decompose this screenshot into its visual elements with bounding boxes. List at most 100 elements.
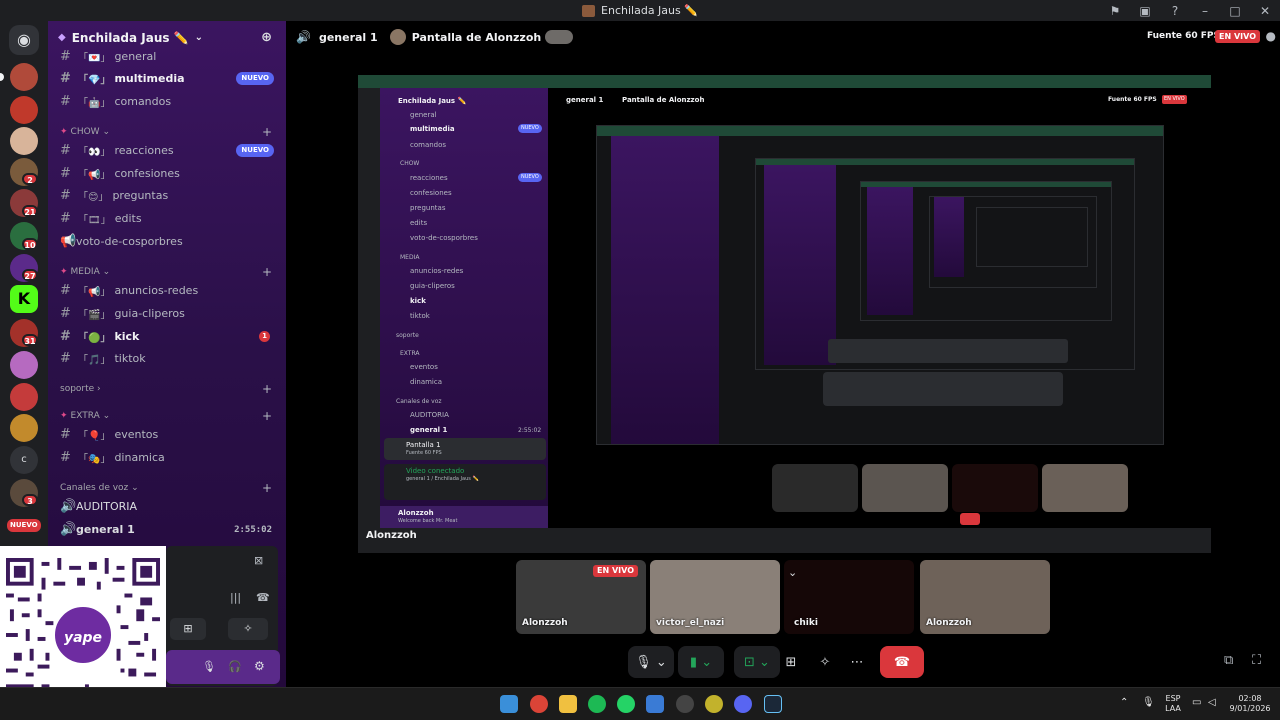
server-avatar[interactable] xyxy=(10,127,38,155)
channel-reacciones[interactable]: # 「👀」 reacciones NUEVO xyxy=(56,140,282,161)
participant-name: Alonzzoh xyxy=(522,618,568,628)
server-icon xyxy=(582,4,596,17)
minimize-icon[interactable]: – xyxy=(1190,4,1220,18)
camera-button[interactable]: ▮ ⌄ xyxy=(678,646,724,678)
recursive-screen xyxy=(860,181,1112,321)
channel-multimedia[interactable]: # 「💎」 multimedia NUEVO xyxy=(56,68,282,89)
mic-button[interactable]: 🎙 ⌄ xyxy=(628,646,674,678)
server-letter-c[interactable]: c xyxy=(10,446,38,474)
voice-channel-name: general 1 xyxy=(318,30,378,44)
chevron-down-icon[interactable]: ⌄ xyxy=(788,566,797,579)
popout-icon[interactable]: ⧉ xyxy=(1224,653,1233,668)
whatsapp-icon[interactable] xyxy=(617,695,635,713)
channel-eventos[interactable]: # 「🎈」 eventos xyxy=(56,424,282,445)
file-explorer-icon[interactable] xyxy=(559,695,577,713)
windows-taskbar: ⌃ 🎙 ESP LAA ▭ ◁ 02:08 9/01/2026 xyxy=(0,687,1280,720)
chrome-icon[interactable] xyxy=(530,695,548,713)
disconnect-icon[interactable]: ⊠ xyxy=(254,554,263,567)
channel-dinamica[interactable]: # 「🎭」 dinamica xyxy=(56,447,282,468)
category-chow[interactable]: ✦ CHOW ⌄ + xyxy=(60,124,280,140)
kick-server-icon[interactable]: K xyxy=(10,285,38,313)
category-voice[interactable]: Canales de voz ⌄ + xyxy=(60,480,280,496)
tray-chevron-icon[interactable]: ⌃ xyxy=(1120,698,1128,708)
screenshare-button[interactable]: ⊡ ⌄ xyxy=(734,646,780,678)
spotify-icon[interactable] xyxy=(588,695,606,713)
channel-comandos[interactable]: # 「🤖」 comandos xyxy=(56,91,282,112)
server-avatar[interactable] xyxy=(10,383,38,411)
yape-logo: yape xyxy=(52,604,114,666)
inner-server-name: Enchilada Jaus ✏️ xyxy=(398,97,467,105)
server-avatar[interactable] xyxy=(10,351,38,379)
language-indicator[interactable]: ESP LAA xyxy=(1162,694,1184,714)
fps-label: Fuente 60 FPS xyxy=(1146,31,1220,41)
channel-tiktok[interactable]: # 「🎵」 tiktok xyxy=(56,348,282,369)
presenter-name: Alonzzoh xyxy=(366,530,417,541)
hangup-icon[interactable]: ☎ xyxy=(256,591,270,604)
discord-home-icon[interactable]: ◉ xyxy=(9,25,39,55)
invite-icon[interactable]: ⊕ xyxy=(261,30,272,45)
close-icon[interactable]: ✕ xyxy=(1250,4,1280,18)
participant-tile[interactable]: Alonzzoh xyxy=(920,560,1050,634)
steam-icon[interactable] xyxy=(764,695,782,713)
category-media[interactable]: ✦ MEDIA ⌄ + xyxy=(60,264,280,280)
maximize-icon[interactable]: □ xyxy=(1220,4,1250,18)
activities-button[interactable]: ⊞ xyxy=(776,646,806,678)
channel-preguntas[interactable]: # 「😊」 preguntas xyxy=(56,185,282,206)
participant-tile[interactable]: EN VIVO Alonzzoh xyxy=(516,560,646,634)
voice-channel-auditoria[interactable]: 🔊 AUDITORIA xyxy=(56,496,282,517)
disconnect-button[interactable]: ☎ xyxy=(880,646,924,678)
user-panel: 🎙 🎧 ⚙ xyxy=(166,650,280,684)
live-badge: EN VIVO xyxy=(593,565,638,577)
server-avatar[interactable] xyxy=(10,96,38,124)
unread-badge: 1 xyxy=(259,331,270,342)
rocket-icon[interactable]: ✧ xyxy=(228,618,268,640)
fullscreen-icon[interactable]: ⛶ xyxy=(1252,653,1261,668)
inner-hangup xyxy=(960,513,980,525)
settings-gear-icon[interactable]: ⚙ xyxy=(254,659,265,673)
recursive-screen xyxy=(596,125,1164,445)
server-avatar[interactable] xyxy=(10,63,38,91)
channel-kick[interactable]: # 「🟢」 kick 1 xyxy=(56,326,282,347)
volume-icon[interactable]: ◁ xyxy=(1208,698,1216,708)
recursive-screen xyxy=(929,196,1097,288)
windows-start-icon[interactable] xyxy=(500,695,518,713)
obs-icon[interactable] xyxy=(676,695,694,713)
channel-anuncios-redes[interactable]: # 「📢」 anuncios-redes xyxy=(56,280,282,301)
stream-stage: 🔊 general 1 Pantalla de Alonzzoh Fuente … xyxy=(286,21,1280,687)
inner-tile xyxy=(952,464,1038,512)
soundboard-icon[interactable]: ||| xyxy=(230,591,241,604)
flag-icon[interactable]: ⚑ xyxy=(1100,4,1130,18)
channel-guia-cliperos[interactable]: # 「🎬」 guia-cliperos xyxy=(56,303,282,324)
activities-icon[interactable]: ⊞ xyxy=(170,618,206,640)
channel-confesiones[interactable]: # 「📢」 confesiones xyxy=(56,163,282,184)
network-icon[interactable]: ▭ xyxy=(1192,698,1201,708)
inner-user-panel: Alonzzoh Welcome back Mr. Meat xyxy=(380,506,548,528)
more-options-button[interactable]: ⋯ xyxy=(842,646,872,678)
mic-icon[interactable]: 🎙 xyxy=(202,660,216,673)
category-extra[interactable]: ✦ EXTRA ⌄ + xyxy=(60,408,280,424)
voice-timer: 2:55:02 xyxy=(234,524,272,535)
inner-tile xyxy=(1042,464,1128,512)
voice-channel-general-1[interactable]: 🔊 general 1 2:55:02 xyxy=(56,519,282,540)
channel-edits[interactable]: # 「🎞」 edits xyxy=(56,208,282,229)
clock[interactable]: 02:08 9/01/2026 xyxy=(1226,694,1274,714)
headphones-icon[interactable]: 🎧 xyxy=(228,660,242,673)
inner-taskbar xyxy=(688,535,868,549)
category-soporte[interactable]: soporte › + xyxy=(60,381,280,397)
photos-icon[interactable] xyxy=(646,695,664,713)
participant-tile[interactable]: ⌄ chiki xyxy=(784,560,914,634)
inner-tile xyxy=(772,464,858,512)
inbox-icon[interactable]: ▣ xyxy=(1130,4,1160,18)
discord-icon[interactable] xyxy=(734,695,752,713)
channel-general[interactable]: # 「💌」 general xyxy=(56,46,282,67)
app-icon[interactable] xyxy=(705,695,723,713)
chat-icon[interactable]: ● xyxy=(1266,29,1276,43)
help-icon[interactable]: ? xyxy=(1160,4,1190,18)
boost-icon: ◆ xyxy=(58,32,66,43)
soundboard-button[interactable]: ✧ xyxy=(810,646,840,678)
rail-nuevo-badge: NUEVO xyxy=(7,519,41,532)
server-badge: 27 xyxy=(22,269,38,281)
server-avatar[interactable] xyxy=(10,414,38,442)
participant-tile[interactable]: victor_el_nazi xyxy=(650,560,780,634)
channel-voto-de-cosporbres[interactable]: 📢 voto-de-cosporbres xyxy=(56,231,282,252)
